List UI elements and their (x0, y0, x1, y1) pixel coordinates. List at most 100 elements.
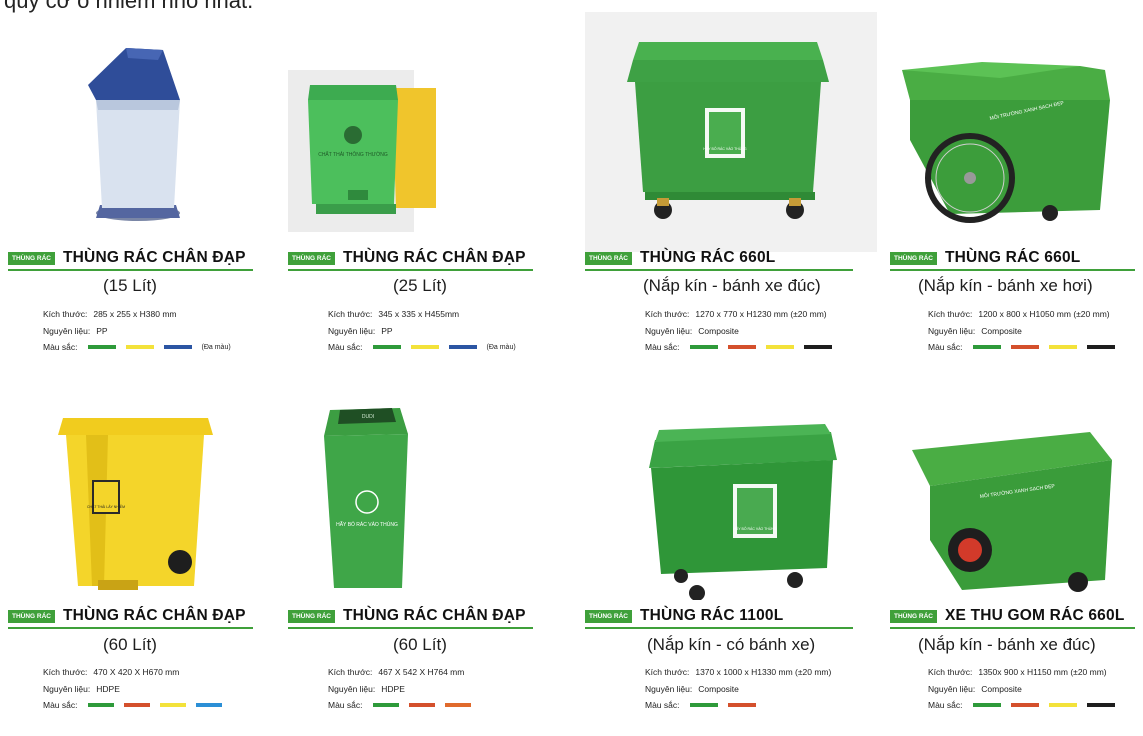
color-swatch-red (727, 703, 756, 707)
spec-material-value: PP (96, 326, 108, 336)
product-card-7: HÃY BỎ RÁC VÀO THÙNG THÙNG RÁC THÙNG RÁC… (585, 390, 860, 736)
color-swatch-blue (163, 345, 192, 349)
color-swatch-green (87, 703, 114, 707)
product-image: MÔI TRƯỜNG XANH SẠCH ĐẸP (890, 30, 1143, 240)
product-subtitle: (Nắp kín - bánh xe đúc) (643, 276, 821, 295)
spec-material-label: Nguyên liệu: (645, 326, 693, 336)
title-underline (890, 269, 1135, 271)
product-card-1: THÙNG RÁC THÙNG RÁC CHÂN ĐẠP (15 Lít) Kí… (8, 30, 283, 390)
spec-material: Nguyên liệu: Composite (645, 326, 739, 336)
category-tag: THÙNG RÁC (8, 251, 55, 265)
spec-material: Nguyên liệu: Composite (645, 684, 739, 694)
bin-660l-illustration: HÃY BỎ RÁC VÀO THÙNG (627, 42, 829, 219)
title-underline (585, 269, 853, 271)
spec-material-value: Composite (981, 684, 1022, 694)
spec-size: Kích thước: 467 X 542 X H764 mm (328, 667, 464, 677)
color-swatch-yellow (410, 345, 439, 349)
title-underline (8, 627, 253, 629)
spec-material-value: PP (381, 326, 393, 336)
title-row: THÙNG RÁC THÙNG RÁC CHÂN ĐẠP (8, 605, 246, 627)
spec-material-value: HDPE (96, 684, 120, 694)
bin-label-text: HÃY BỎ RÁC VÀO THÙNG (733, 526, 777, 531)
spec-colors: Màu sắc: (Đa màu) (328, 342, 516, 352)
color-swatch-orange (444, 703, 471, 707)
spec-size-label: Kích thước: (328, 309, 373, 319)
spec-size-value: 345 x 335 x H455mm (378, 309, 460, 319)
product-title: THÙNG RÁC 660L (640, 249, 776, 266)
color-swatch-yellow (159, 703, 186, 707)
product-subtitle: (Nắp kín - bánh xe hơi) (918, 276, 1093, 295)
spec-material-label: Nguyên liệu: (928, 684, 976, 694)
bin-label-text: HÃY BỎ RÁC VÀO THÙNG (703, 146, 747, 151)
multi-color-note: (Đa màu) (486, 343, 516, 351)
spec-material-value: Composite (698, 326, 739, 336)
product-card-4: MÔI TRƯỜNG XANH SẠCH ĐẸP THÙNG RÁC THÙNG… (890, 30, 1143, 390)
spec-size: Kích thước: 1270 x 770 x H1230 mm (±20 mm… (645, 309, 827, 319)
title-row: THÙNG RÁC THÙNG RÁC CHÂN ĐẠP (288, 605, 526, 627)
pedal-bin-25l-illustration: CHẤT THẢI THÔNG THƯỜNG (288, 70, 436, 232)
spec-material: Nguyên liệu: HDPE (43, 684, 120, 694)
product-card-8: MÔI TRƯỜNG XANH SẠCH ĐẸP THÙNG RÁC XE TH… (890, 390, 1143, 736)
spec-material: Nguyên liệu: HDPE (328, 684, 405, 694)
title-underline (288, 269, 533, 271)
product-title: THÙNG RÁC CHÂN ĐẠP (63, 607, 246, 624)
product-card-6: DUDI HÃY BỎ RÁC VÀO THÙNG THÙNG RÁC THÙN… (288, 390, 563, 736)
title-row: THÙNG RÁC THÙNG RÁC CHÂN ĐẠP (8, 247, 246, 269)
swing-lid-bin-60l-illustration: DUDI HÃY BỎ RÁC VÀO THÙNG (324, 408, 408, 588)
color-swatch-red (727, 345, 756, 349)
color-swatch-red (408, 703, 435, 707)
spec-size-label: Kích thước: (43, 309, 88, 319)
title-row: THÙNG RÁC THÙNG RÁC 660L (890, 247, 1080, 269)
color-swatch-red (1010, 703, 1039, 707)
product-title: THÙNG RÁC CHÂN ĐẠP (63, 249, 246, 266)
bin-label-text: CHẤT THẢI LÂY NHIỄM (87, 504, 125, 509)
category-tag: THÙNG RÁC (585, 251, 632, 265)
spec-colors: Màu sắc: (645, 342, 832, 352)
spec-size-label: Kích thước: (328, 667, 373, 677)
spec-size-label: Kích thước: (928, 309, 973, 319)
bin-brand-text: DUDI (362, 414, 374, 420)
color-swatch-black (803, 345, 832, 349)
spec-size-value: 1370 x 1000 x H1330 mm (±20 mm) (695, 667, 832, 677)
title-underline (288, 627, 533, 629)
collection-cart-660l-illustration: MÔI TRƯỜNG XANH SẠCH ĐẸP (912, 432, 1112, 592)
spec-color-label: Màu sắc: (928, 342, 963, 352)
bin-label-text: HÃY BỎ RÁC VÀO THÙNG (336, 521, 398, 528)
title-underline (890, 627, 1135, 629)
color-swatch-red (123, 703, 150, 707)
product-image (8, 30, 283, 240)
spec-size-value: 470 X 420 X H670 mm (93, 667, 180, 677)
category-tag: THÙNG RÁC (890, 609, 937, 623)
spec-size-value: 467 X 542 X H764 mm (378, 667, 465, 677)
spec-colors: Màu sắc: (928, 342, 1115, 352)
spec-material-label: Nguyên liệu: (928, 326, 976, 336)
product-image: CHẤT THẢI THÔNG THƯỜNG (288, 30, 563, 240)
spec-size-value: 1350x 900 x H1150 mm (±20 mm) (978, 667, 1107, 677)
spec-color-label: Màu sắc: (43, 700, 78, 710)
product-subtitle: (15 Lít) (103, 276, 157, 295)
product-title: XE THU GOM RÁC 660L (945, 607, 1125, 624)
spec-material-label: Nguyên liệu: (328, 326, 376, 336)
color-swatch-yellow (765, 345, 794, 349)
color-swatch-red (1010, 345, 1039, 349)
color-swatch-yellow (1048, 703, 1077, 707)
color-swatch-green (87, 345, 116, 349)
pedal-bin-15l-illustration (88, 48, 180, 221)
color-swatch-black (1086, 703, 1115, 707)
spec-colors: Màu sắc: (43, 700, 222, 710)
spec-color-label: Màu sắc: (328, 342, 363, 352)
product-title: THÙNG RÁC CHÂN ĐẠP (343, 607, 526, 624)
category-tag: THÙNG RÁC (8, 609, 55, 623)
spec-size-value: 1270 x 770 x H1230 mm (±20 mm) (695, 309, 827, 319)
product-image: CHẤT THẢI LÂY NHIỄM (8, 390, 283, 600)
header-partial-text: quy cơ ô nhiễm nhỏ nhất. (4, 0, 254, 13)
color-swatch-green (372, 345, 401, 349)
spec-color-label: Màu sắc: (43, 342, 78, 352)
product-subtitle: (Nắp kín - có bánh xe) (647, 635, 816, 654)
spec-size: Kích thước: 470 X 420 X H670 mm (43, 667, 179, 677)
spec-size-label: Kích thước: (645, 667, 690, 677)
color-swatch-green (689, 345, 718, 349)
color-swatch-green (372, 703, 399, 707)
spec-material-value: Composite (698, 684, 739, 694)
color-swatch-yellow (125, 345, 154, 349)
